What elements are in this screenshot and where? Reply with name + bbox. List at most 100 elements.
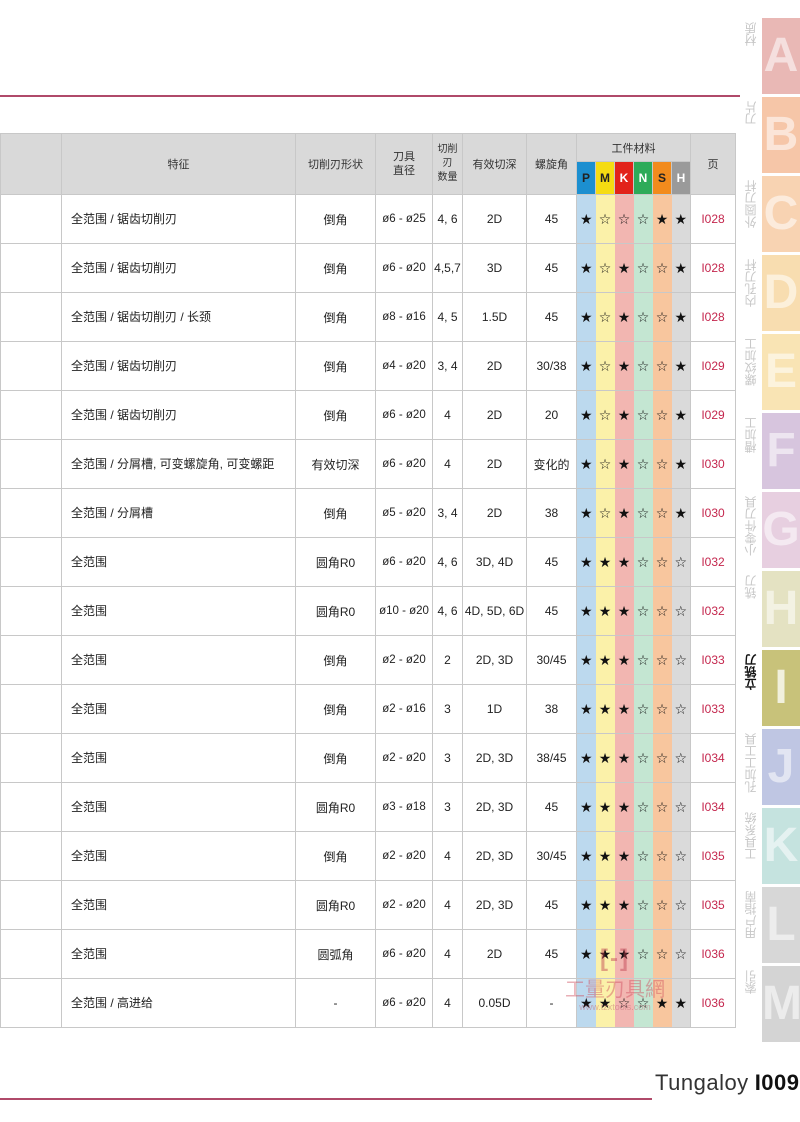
- rating-h-cell: ★: [671, 488, 691, 538]
- rating-p-cell: ★: [576, 635, 596, 685]
- tab-l[interactable]: 用户指南 L: [740, 887, 800, 963]
- tab-m[interactable]: 索引 M: [740, 966, 800, 1042]
- page-ref-link[interactable]: I030: [690, 488, 736, 538]
- rating-k-cell: ★: [614, 439, 634, 489]
- watermark: [-] 工量刃具網 www.tzxtools.com: [540, 945, 690, 1025]
- row-blank-cell: [0, 488, 62, 538]
- watermark-text: 工量刃具網: [565, 977, 665, 1001]
- page-ref-link[interactable]: I032: [690, 537, 736, 587]
- page-ref-link[interactable]: I030: [690, 439, 736, 489]
- tab-e[interactable]: 螺纹加工 E: [740, 334, 800, 410]
- page-ref-link[interactable]: I028: [690, 194, 736, 244]
- shape-cell: 倒角: [295, 488, 376, 538]
- table-body: 全范围 / 锯齿切削刃 倒角 ø6 - ø25 4, 6 2D 45 ★ ☆ ☆ ☆ ★ ★ I028 全…: [0, 194, 736, 1028]
- rating-s-cell: ☆: [652, 537, 672, 587]
- tab-letter: F: [762, 413, 800, 489]
- page-ref-link[interactable]: I029: [690, 341, 736, 391]
- shape-cell: 倒角: [295, 831, 376, 881]
- header-page: 页: [690, 133, 736, 195]
- tab-letter: C: [762, 176, 800, 252]
- tab-label: 槽加工: [744, 417, 758, 453]
- tab-letter: E: [762, 334, 800, 410]
- rating-s-cell: ☆: [652, 831, 672, 881]
- rating-s-cell: ☆: [652, 488, 672, 538]
- tab-label: 内孔刀杆: [744, 259, 758, 307]
- page-ref-link[interactable]: I029: [690, 390, 736, 440]
- page-ref-link[interactable]: I036: [690, 978, 736, 1028]
- feature-cell: 全范围: [61, 831, 296, 881]
- rating-m-cell: ☆: [595, 390, 615, 440]
- rating-n-cell: ☆: [633, 341, 653, 391]
- tab-d[interactable]: 内孔刀杆 D: [740, 255, 800, 331]
- page-ref-link[interactable]: I034: [690, 733, 736, 783]
- page-ref-link[interactable]: I033: [690, 684, 736, 734]
- diameter-cell: ø6 - ø20: [375, 439, 433, 489]
- page-ref-link[interactable]: I028: [690, 292, 736, 342]
- flutes-cell: 4, 6: [432, 537, 463, 587]
- flutes-cell: 4, 5: [432, 292, 463, 342]
- header-depth: 有效切深: [462, 133, 527, 195]
- depth-cell: 2D: [462, 194, 527, 244]
- rating-k-cell: ★: [614, 488, 634, 538]
- table-row: 全范围 倒角 ø2 - ø20 3 2D, 3D 38/45 ★ ★ ★ ☆ ☆ ☆ I034: [0, 733, 736, 783]
- flutes-cell: 3: [432, 733, 463, 783]
- rating-n-cell: ☆: [633, 635, 653, 685]
- page-ref-link[interactable]: I034: [690, 782, 736, 832]
- tab-i[interactable]: 立铣刀 I: [740, 650, 800, 726]
- watermark-mark: [-]: [600, 945, 630, 972]
- page-ref-link[interactable]: I033: [690, 635, 736, 685]
- tab-letter: D: [762, 255, 800, 331]
- diameter-cell: ø5 - ø20: [375, 488, 433, 538]
- material-h-header: H: [671, 161, 691, 195]
- page-ref-link[interactable]: I035: [690, 831, 736, 881]
- table-row: 全范围 圆角R0 ø3 - ø18 3 2D, 3D 45 ★ ★ ★ ☆ ☆ ☆ I034: [0, 782, 736, 832]
- depth-cell: 2D: [462, 439, 527, 489]
- row-blank-cell: [0, 292, 62, 342]
- tab-label: 孔加工工具: [744, 733, 758, 793]
- rating-h-cell: ☆: [671, 880, 691, 930]
- page-ref-link[interactable]: I036: [690, 929, 736, 979]
- header-helix: 螺旋角: [526, 133, 577, 195]
- diameter-cell: ø4 - ø20: [375, 341, 433, 391]
- rating-h-cell: ★: [671, 390, 691, 440]
- table-row: 全范围 圆角R0 ø2 - ø20 4 2D, 3D 45 ★ ★ ★ ☆ ☆ ☆ I035: [0, 880, 736, 930]
- rating-s-cell: ★: [652, 194, 672, 244]
- helix-cell: 45: [526, 782, 577, 832]
- tab-j[interactable]: 孔加工工具 J: [740, 729, 800, 805]
- tab-g[interactable]: 小零件刀具 G: [740, 492, 800, 568]
- tab-h[interactable]: 铣刀 H: [740, 571, 800, 647]
- feature-cell: 全范围 / 分屑槽: [61, 488, 296, 538]
- shape-cell: 倒角: [295, 635, 376, 685]
- material-s-header: S: [652, 161, 672, 195]
- tab-k[interactable]: 工具系统 K: [740, 808, 800, 884]
- diameter-cell: ø10 - ø20: [375, 586, 433, 636]
- tab-f[interactable]: 槽加工 F: [740, 413, 800, 489]
- flutes-cell: 3: [432, 782, 463, 832]
- tab-c[interactable]: 外圆刀杆 C: [740, 176, 800, 252]
- flutes-cell: 4: [432, 439, 463, 489]
- rating-h-cell: ☆: [671, 586, 691, 636]
- diameter-cell: ø2 - ø20: [375, 733, 433, 783]
- tab-label: 小零件刀具: [744, 496, 758, 556]
- feature-cell: 全范围 / 锯齿切削刃 / 长颈: [61, 292, 296, 342]
- feature-cell: 全范围 / 锯齿切削刃: [61, 194, 296, 244]
- page-ref-link[interactable]: I032: [690, 586, 736, 636]
- shape-cell: 倒角: [295, 194, 376, 244]
- tab-a[interactable]: 材质 A: [740, 18, 800, 94]
- diameter-cell: ø2 - ø20: [375, 831, 433, 881]
- page-ref-link[interactable]: I028: [690, 243, 736, 293]
- flutes-cell: 4: [432, 831, 463, 881]
- page-ref-link[interactable]: I035: [690, 880, 736, 930]
- table-row: 全范围 圆角R0 ø10 - ø20 4, 6 4D, 5D, 6D 45 ★ ★ ★ ☆ ☆ ☆ I0…: [0, 586, 736, 636]
- rating-n-cell: ☆: [633, 880, 653, 930]
- helix-cell: 变化的: [526, 439, 577, 489]
- tab-b[interactable]: 刀片 B: [740, 97, 800, 173]
- rating-n-cell: ☆: [633, 194, 653, 244]
- rating-p-cell: ★: [576, 537, 596, 587]
- row-blank-cell: [0, 341, 62, 391]
- tab-label: 立铣刀: [744, 654, 758, 690]
- rating-n-cell: ☆: [633, 292, 653, 342]
- table-row: 全范围 / 锯齿切削刃 倒角 ø6 - ø20 4,5,7 3D 45 ★ ☆ ★ ☆ ☆ ★ I028: [0, 243, 736, 293]
- feature-cell: 全范围 / 分屑槽, 可变螺旋角, 可变螺距: [61, 439, 296, 489]
- endmill-selection-table: 特征 切削刃形状 刀具 直径 切削刃 数量 有效切深 螺旋角 工件材料 页 P …: [0, 133, 736, 1028]
